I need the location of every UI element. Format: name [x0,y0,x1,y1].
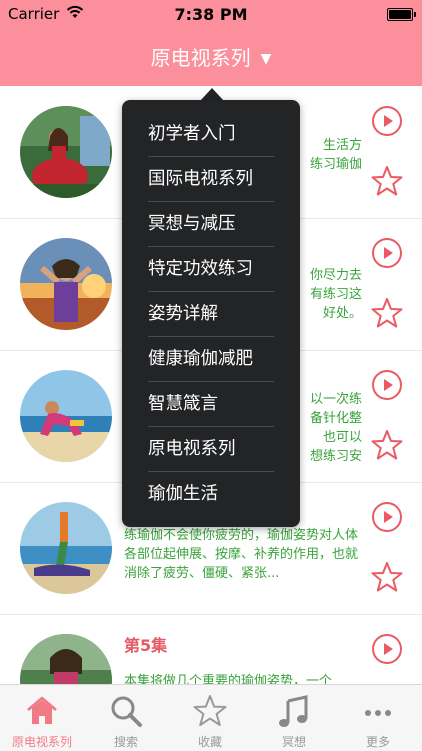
favorite-star-icon[interactable] [370,296,404,330]
category-selector[interactable]: 原电视系列 ▼ [0,42,422,71]
battery-icon [387,8,416,21]
clock: 7:38 PM [174,5,248,24]
caret-down-icon: ▼ [260,51,272,67]
status-bar: Carrier 7:38 PM [0,0,422,28]
tab-label: 更多 [365,735,390,749]
episode-thumbnail [20,370,112,462]
play-button[interactable] [372,106,402,136]
menu-item-specific-effects[interactable]: 特定功效练习 [148,247,274,291]
tab-original-series[interactable]: 原电视系列 [0,685,84,751]
episode-description: 你尽力去 有练习这 好处。 [309,268,362,321]
star-icon [193,695,227,726]
more-dots-icon [365,710,391,716]
menu-item-original-series[interactable]: 原电视系列 [148,427,274,471]
tab-favorites[interactable]: 收藏 [168,685,252,751]
search-icon [111,696,142,727]
list-item[interactable]: 第5集 本集将做几个重要的瑜伽姿势，一个 [0,614,422,684]
favorite-star-icon[interactable] [370,428,404,462]
menu-item-pose-details[interactable]: 姿势详解 [148,292,274,336]
home-icon [27,696,57,724]
music-note-icon [279,695,308,727]
menu-item-yoga-life[interactable]: 瑜伽生活 [148,472,274,516]
tab-search[interactable]: 搜索 [84,685,168,751]
episode-thumbnail [20,106,112,198]
episode-thumbnail [20,502,112,594]
tab-label: 收藏 [197,735,222,749]
episode-description: 生活方 练习瑜伽 [309,138,362,172]
episode-thumbnail [20,238,112,330]
menu-item-wisdom[interactable]: 智慧箴言 [148,382,274,426]
menu-item-international-tv[interactable]: 国际电视系列 [148,157,274,201]
favorite-star-icon[interactable] [370,560,404,594]
navigation-bar: 原电视系列 ▼ [0,28,422,86]
favorite-star-icon[interactable] [370,164,404,198]
tab-bar: 原电视系列 搜索 收藏 冥想 更多 [0,684,422,751]
tab-more[interactable]: 更多 [336,685,420,751]
category-dropdown: 初学者入门 国际电视系列 冥想与减压 特定功效练习 姿势详解 健康瑜伽减肥 智慧… [122,100,300,527]
episode-description: 本集将做几个重要的瑜伽姿势，一个 [124,674,333,684]
episode-description: 练瑜伽不会使你疲劳的，瑜伽姿势对人体各部位起伸展、按摩、补养的作用，也就消除了疲… [124,528,359,581]
nav-title: 原电视系列 [150,46,251,70]
tab-label: 冥想 [281,735,306,749]
tab-meditation[interactable]: 冥想 [252,685,336,751]
episode-description: 以一次练 备针化整 也可以 想练习安 [309,392,362,464]
episode-title: 第5集 [124,636,168,655]
menu-item-weight-loss[interactable]: 健康瑜伽减肥 [148,337,274,381]
tab-label: 原电视系列 [11,735,72,749]
tab-label: 搜索 [113,735,138,749]
play-button[interactable] [372,634,402,664]
menu-item-beginner[interactable]: 初学者入门 [148,112,274,156]
menu-item-meditation[interactable]: 冥想与减压 [148,202,274,246]
play-button[interactable] [372,370,402,400]
play-button[interactable] [372,238,402,268]
episode-thumbnail [20,634,112,684]
play-button[interactable] [372,502,402,532]
